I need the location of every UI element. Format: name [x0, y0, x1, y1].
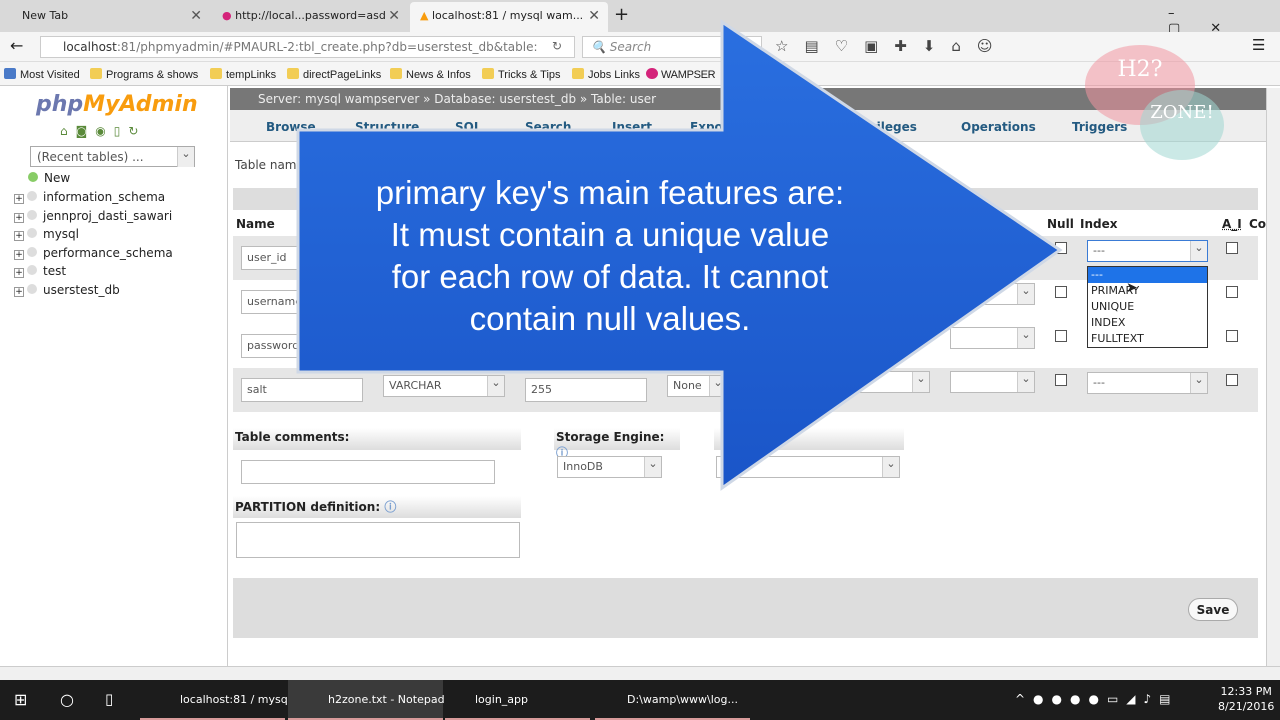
new-tab-button[interactable]: +: [614, 4, 629, 25]
windows-start-icon[interactable]: ⊞: [14, 690, 27, 709]
tree-db-item[interactable]: + performance_schema: [14, 246, 173, 260]
h2zone-watermark: ZONE!: [1140, 90, 1224, 160]
tree-db-item[interactable]: + userstest_db: [14, 283, 120, 297]
help-icon[interactable]: ⓘ: [384, 500, 396, 514]
tab-privileges[interactable]: Privileges: [850, 120, 917, 134]
vertical-scrollbar[interactable]: [1266, 88, 1280, 666]
ai-checkbox[interactable]: [1226, 286, 1238, 298]
horizontal-scrollbar[interactable]: [0, 666, 1280, 680]
collation-select[interactable]: [860, 371, 930, 393]
tree-db-item[interactable]: + mysql: [14, 227, 79, 241]
index-select[interactable]: ---: [1087, 372, 1208, 394]
system-tray-icons[interactable]: ^●●●●▭◢♪▤: [1015, 692, 1179, 706]
phpmyadmin-logo[interactable]: phpMyAdmin: [36, 92, 198, 117]
header-ai: A_I: [1222, 217, 1242, 231]
windows-taskbar: ⊞ ○ ▯ localhost:81 / mysq... h2zone.txt …: [0, 680, 1280, 720]
bookmark-folder[interactable]: News & Infos: [390, 68, 471, 81]
option-index[interactable]: INDEX: [1088, 315, 1207, 331]
bookmark-most-visited[interactable]: Most Visited: [4, 68, 80, 81]
ai-checkbox[interactable]: [1226, 242, 1238, 254]
tree-db-item[interactable]: + jennproj_dasti_sawari: [14, 209, 172, 223]
attributes-select[interactable]: [950, 327, 1035, 349]
bookmark-wampserver[interactable]: WAMPSER: [646, 68, 716, 81]
bookmark-folder[interactable]: Jobs Links: [572, 68, 640, 81]
table-comments-input[interactable]: [241, 460, 495, 484]
index-select[interactable]: ---: [1087, 240, 1208, 262]
bookmark-folder[interactable]: tempLinks: [210, 68, 276, 81]
tab-new-tab[interactable]: New Tab ✕: [0, 2, 210, 32]
attributes-select[interactable]: [925, 283, 1035, 305]
table-name-label: Table name: [235, 158, 304, 172]
null-checkbox[interactable]: [1055, 242, 1067, 254]
null-checkbox[interactable]: [1055, 330, 1067, 342]
clock[interactable]: 12:33 PM 8/21/2016: [1218, 684, 1274, 714]
option-none[interactable]: ---: [1088, 267, 1207, 283]
partition-label: PARTITION definition: ⓘ: [233, 496, 521, 518]
storage-engine-label: Storage Engine: ⓘ: [554, 428, 680, 460]
table-comments-label: Table comments:: [233, 428, 521, 450]
save-button[interactable]: Save: [1188, 598, 1238, 621]
recent-tables-select[interactable]: (Recent tables) ...: [30, 146, 195, 167]
bookmark-folder[interactable]: Tricks & Tips: [482, 68, 561, 81]
callout-text: primary key's main features are: It must…: [375, 174, 845, 337]
tree-db-item[interactable]: + test: [14, 264, 66, 278]
column-type-select[interactable]: VARCHAR: [383, 375, 505, 397]
header-index: Index: [1080, 217, 1118, 231]
partition-textarea[interactable]: [236, 522, 520, 558]
sidebar-quick-icons[interactable]: ⌂◙◉▯↻: [60, 124, 146, 138]
reload-icon[interactable]: ↻: [552, 39, 562, 53]
column-length-input[interactable]: 255: [525, 378, 647, 402]
tab-operations[interactable]: Operations: [961, 120, 1036, 134]
close-icon[interactable]: ✕: [190, 8, 202, 24]
collation-select[interactable]: [716, 456, 900, 478]
taskbar-editor[interactable]: D:\wamp\www\log...: [595, 680, 750, 720]
option-primary[interactable]: PRIMARY: [1088, 283, 1207, 299]
url-input[interactable]: localhost:81/phpmyadmin/#PMAURL-2:tbl_cr…: [40, 36, 575, 58]
ai-checkbox[interactable]: [1226, 374, 1238, 386]
taskbar-explorer[interactable]: login_app: [445, 680, 590, 720]
wamp-icon: ●: [222, 9, 232, 22]
tree-new[interactable]: New: [28, 171, 70, 185]
toolbar-icons[interactable]: ☆▤♡▣✚⬇⌂☺: [775, 37, 1009, 55]
bookmark-folder[interactable]: Programs & shows: [90, 68, 198, 81]
tab-phpmyadmin[interactable]: ▲ localhost:81 / mysql wam... ✕: [410, 2, 608, 32]
header-comments: Co: [1249, 217, 1267, 231]
tab-sql[interactable]: SQL: [455, 120, 482, 134]
cortana-icon[interactable]: ○: [60, 690, 74, 709]
tab-insert[interactable]: Insert: [612, 120, 652, 134]
column-default-select[interactable]: None: [667, 375, 727, 397]
option-unique[interactable]: UNIQUE: [1088, 299, 1207, 315]
tree-db-item[interactable]: + information_schema: [14, 190, 165, 204]
back-icon[interactable]: ←: [10, 36, 23, 55]
storage-engine-select[interactable]: InnoDB: [557, 456, 662, 478]
pma-icon: ▲: [420, 9, 429, 22]
null-checkbox[interactable]: [1055, 286, 1067, 298]
tab-search[interactable]: Search: [525, 120, 571, 134]
browser-tab-bar: New Tab ✕ ● http://local...password=asd ✕ …: [0, 0, 1280, 36]
mouse-cursor-icon: ➤: [1126, 280, 1138, 296]
form-footer: [233, 578, 1258, 638]
bookmark-folder[interactable]: directPageLinks: [287, 68, 381, 81]
column-name-input[interactable]: salt: [241, 378, 363, 402]
tab-structure[interactable]: Structure: [355, 120, 419, 134]
tab-local-password[interactable]: ● http://local...password=asd ✕: [212, 2, 408, 32]
menu-icon[interactable]: ☰: [1252, 36, 1265, 54]
tab-browse[interactable]: Browse: [266, 120, 316, 134]
null-checkbox[interactable]: [1055, 374, 1067, 386]
task-view-icon[interactable]: ▯: [105, 690, 113, 708]
close-icon[interactable]: ✕: [388, 8, 400, 24]
header-null: Null: [1047, 217, 1074, 231]
taskbar-firefox[interactable]: localhost:81 / mysq...: [140, 680, 298, 720]
index-dropdown-list[interactable]: --- PRIMARY UNIQUE INDEX FULLTEXT: [1087, 266, 1208, 348]
search-input[interactable]: 🔍 Search: [582, 36, 762, 58]
ai-checkbox[interactable]: [1226, 330, 1238, 342]
taskbar-notepad[interactable]: h2zone.txt - Notepad: [288, 680, 445, 720]
tab-export[interactable]: Expo: [690, 120, 723, 134]
collation-label-bar: [714, 428, 904, 450]
attributes-select[interactable]: [950, 371, 1035, 393]
close-icon[interactable]: ✕: [588, 8, 600, 24]
option-fulltext[interactable]: FULLTEXT: [1088, 331, 1207, 347]
header-name: Name: [236, 217, 275, 231]
